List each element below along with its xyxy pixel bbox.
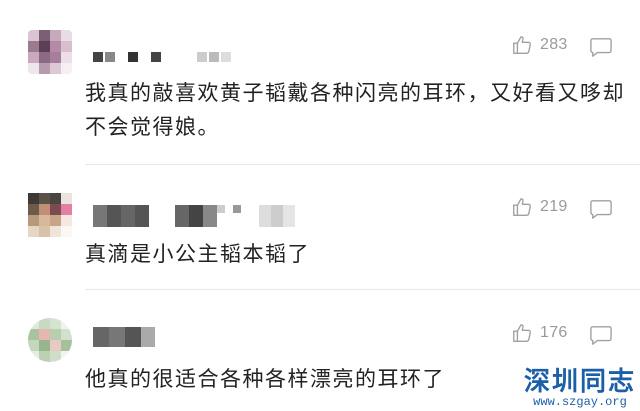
like-count: 176 — [540, 324, 568, 341]
avatar[interactable] — [28, 193, 72, 237]
watermark-title: 深圳同志 — [523, 367, 636, 397]
avatar[interactable] — [28, 318, 72, 362]
thumbs-up-icon — [513, 324, 531, 342]
thumbs-up-icon — [513, 36, 531, 54]
watermark-url: www.szgay.org — [533, 395, 627, 409]
username[interactable] — [93, 205, 303, 227]
comment-text: 我真的敲喜欢黄子韬戴各种闪亮的耳环，又好看又哆却不会觉得娘。 — [85, 81, 625, 139]
comment-item: 219 真滴是小公主韬本韬了 — [0, 165, 640, 290]
avatar[interactable] — [28, 30, 72, 74]
thumbs-up-icon — [513, 198, 531, 216]
like-button[interactable]: 219 — [511, 196, 568, 218]
watermark: 深圳同志 www.szgay.org — [524, 368, 636, 409]
username[interactable] — [93, 46, 243, 62]
comment-bubble-icon[interactable] — [589, 36, 613, 58]
like-count: 283 — [540, 36, 568, 53]
username[interactable] — [93, 327, 157, 347]
comment-text: 真滴是小公主韬本韬了 — [85, 242, 310, 266]
like-count: 219 — [540, 198, 568, 215]
comment-item: 283 我真的敲喜欢黄子韬戴各种闪亮的耳环，又好看又哆却不会觉得娘。 — [0, 0, 640, 165]
like-button[interactable]: 176 — [511, 322, 568, 344]
like-button[interactable]: 283 — [511, 34, 568, 56]
comment-bubble-icon[interactable] — [589, 324, 613, 346]
comment-bubble-icon[interactable] — [589, 198, 613, 220]
